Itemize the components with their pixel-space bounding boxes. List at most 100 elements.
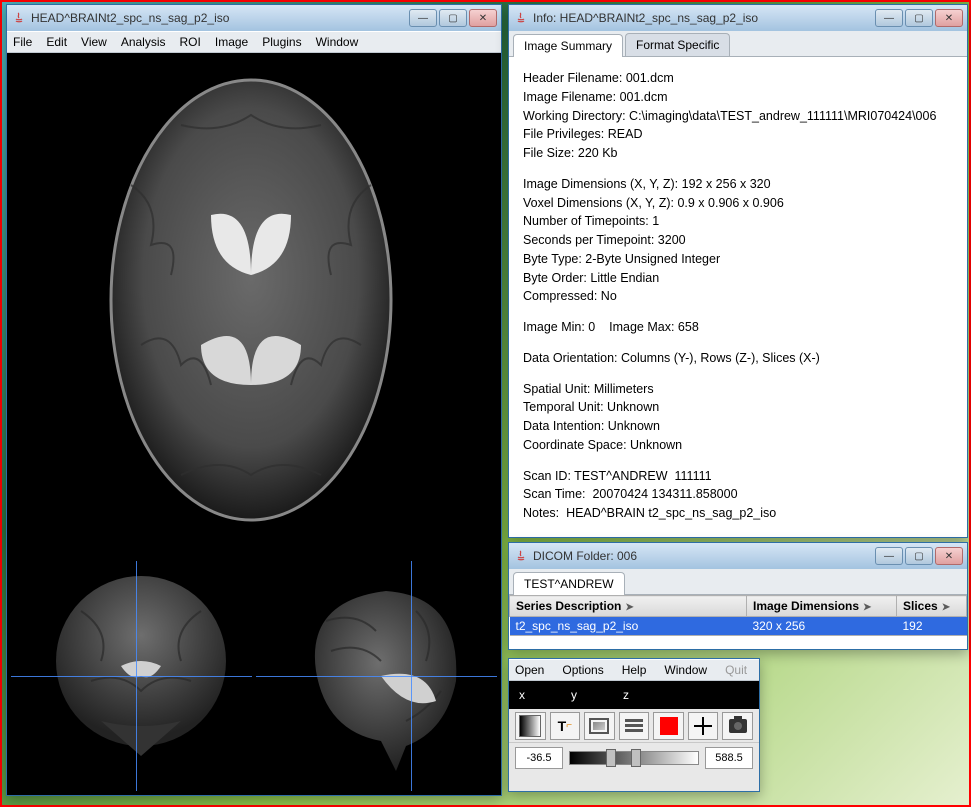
tab-patient[interactable]: TEST^ANDREW [513,572,625,595]
series-table: Series Description➤ Image Dimensions➤ Sl… [509,595,967,636]
crosshair-horizontal [256,676,497,677]
menu-quit[interactable]: Quit [725,663,747,677]
camera-icon [729,719,747,733]
maximize-button[interactable]: ▢ [905,547,933,565]
info-line: Compressed: No [523,289,617,303]
sort-icon: ➤ [863,602,871,613]
info-line: Data Intention: Unknown [523,419,660,433]
menu-image[interactable]: Image [215,35,248,49]
info-line: Header Filename: 001.dcm [523,71,674,85]
coord-x: x [519,688,525,702]
sort-icon: ➤ [625,602,633,613]
info-line: File Size: 220 Kb [523,146,618,160]
folder-window: DICOM Folder: 006 — ▢ ✕ TEST^ANDREW Seri… [508,542,968,650]
info-line: Scan Time: 20070424 134311.858000 [523,487,738,501]
sagittal-view[interactable] [256,561,497,791]
menu-file[interactable]: File [13,35,32,49]
folder-titlebar[interactable]: DICOM Folder: 006 — ▢ ✕ [509,543,967,569]
red-square-icon [660,717,678,735]
tab-image-summary[interactable]: Image Summary [513,34,623,57]
tab-format-specific[interactable]: Format Specific [625,33,730,56]
info-line: Number of Timepoints: 1 [523,214,659,228]
menu-help[interactable]: Help [622,663,647,677]
axial-view[interactable] [11,57,497,557]
cell-dims: 320 x 256 [747,617,897,636]
info-line: Image Min: 0 Image Max: 658 [523,320,699,334]
minimize-button[interactable]: — [875,9,903,27]
viewer-window: HEAD^BRAINt2_spc_ns_sag_p2_iso — ▢ ✕ Fil… [6,4,502,796]
coord-z: z [623,688,629,702]
info-window: Info: HEAD^BRAINt2_spc_ns_sag_p2_iso — ▢… [508,4,968,538]
minimize-button[interactable]: — [875,547,903,565]
col-series-description[interactable]: Series Description➤ [510,596,747,617]
coronal-view[interactable] [11,561,252,791]
folder-content: TEST^ANDREW Series Description➤ Image Di… [509,569,967,649]
table-row[interactable]: t2_spc_ns_sag_p2_iso 320 x 256 192 [510,617,967,636]
info-content: Image Summary Format Specific Header Fil… [509,31,967,537]
lines-icon [625,719,643,732]
slider-min-value[interactable]: -36.5 [515,747,563,769]
info-line: Voxel Dimensions (X, Y, Z): 0.9 x 0.906 … [523,196,784,210]
cell-desc: t2_spc_ns_sag_p2_iso [510,617,747,636]
info-titlebar[interactable]: Info: HEAD^BRAINt2_spc_ns_sag_p2_iso — ▢… [509,5,967,31]
maximize-button[interactable]: ▢ [439,9,467,27]
java-icon [513,10,529,26]
info-title: Info: HEAD^BRAINt2_spc_ns_sag_p2_iso [533,11,875,25]
viewer-titlebar[interactable]: HEAD^BRAINt2_spc_ns_sag_p2_iso — ▢ ✕ [7,5,501,31]
col-slices[interactable]: Slices➤ [897,596,967,617]
info-line: Scan ID: TEST^ANDREW 111111 [523,469,712,483]
slider-thumb-low[interactable] [606,749,616,767]
java-icon [11,10,27,26]
list-tool[interactable] [619,712,650,740]
slider-thumb-high[interactable] [631,749,641,767]
info-line: Image Filename: 001.dcm [523,90,668,104]
menu-plugins[interactable]: Plugins [262,35,301,49]
menu-window[interactable]: Window [664,663,707,677]
maximize-button[interactable]: ▢ [905,9,933,27]
snapshot-tool[interactable] [722,712,753,740]
menu-edit[interactable]: Edit [46,35,67,49]
info-line: Spatial Unit: Millimeters [523,382,654,396]
close-button[interactable]: ✕ [469,9,497,27]
viewer-title: HEAD^BRAINt2_spc_ns_sag_p2_iso [31,11,409,25]
crosshair-tool[interactable] [688,712,719,740]
info-line: Coordinate Space: Unknown [523,438,682,452]
info-line: Byte Type: 2-Byte Unsigned Integer [523,252,720,266]
tool-menubar: Open Options Help Window Quit [509,659,759,681]
menu-open[interactable]: Open [515,663,544,677]
info-line: Temporal Unit: Unknown [523,400,659,414]
info-line: Image Dimensions (X, Y, Z): 192 x 256 x … [523,177,771,191]
col-image-dimensions[interactable]: Image Dimensions➤ [747,596,897,617]
coord-y: y [571,688,577,702]
close-button[interactable]: ✕ [935,547,963,565]
menu-options[interactable]: Options [562,663,603,677]
image-bounds-tool[interactable] [584,712,615,740]
viewer-menubar: File Edit View Analysis ROI Image Plugin… [7,31,501,53]
info-line: Working Directory: C:\imaging\data\TEST_… [523,109,936,123]
menu-window[interactable]: Window [316,35,359,49]
folder-title: DICOM Folder: 006 [533,549,875,563]
close-button[interactable]: ✕ [935,9,963,27]
window-level-slider[interactable] [569,751,699,765]
menu-roi[interactable]: ROI [180,35,201,49]
coord-readout: x y z [509,681,759,709]
record-tool[interactable] [653,712,684,740]
folder-tabstrip: TEST^ANDREW [509,569,967,595]
menu-analysis[interactable]: Analysis [121,35,166,49]
info-tabstrip: Image Summary Format Specific [509,31,967,57]
contrast-tool[interactable] [515,712,546,740]
info-line: File Privileges: READ [523,127,642,141]
menu-view[interactable]: View [81,35,107,49]
crosshair-horizontal [11,676,252,677]
tool-window: Open Options Help Window Quit x y z T⌐ -… [508,658,760,792]
window-level-slider-row: -36.5 588.5 [509,743,759,773]
gradient-icon [519,715,541,737]
cell-slices: 192 [897,617,967,636]
minimize-button[interactable]: — [409,9,437,27]
toolbar: T⌐ [509,709,759,743]
crosshair-icon [694,717,712,735]
java-icon [513,548,529,564]
brain-axial-image [101,65,401,535]
text-tool[interactable]: T⌐ [550,712,581,740]
slider-max-value[interactable]: 588.5 [705,747,753,769]
